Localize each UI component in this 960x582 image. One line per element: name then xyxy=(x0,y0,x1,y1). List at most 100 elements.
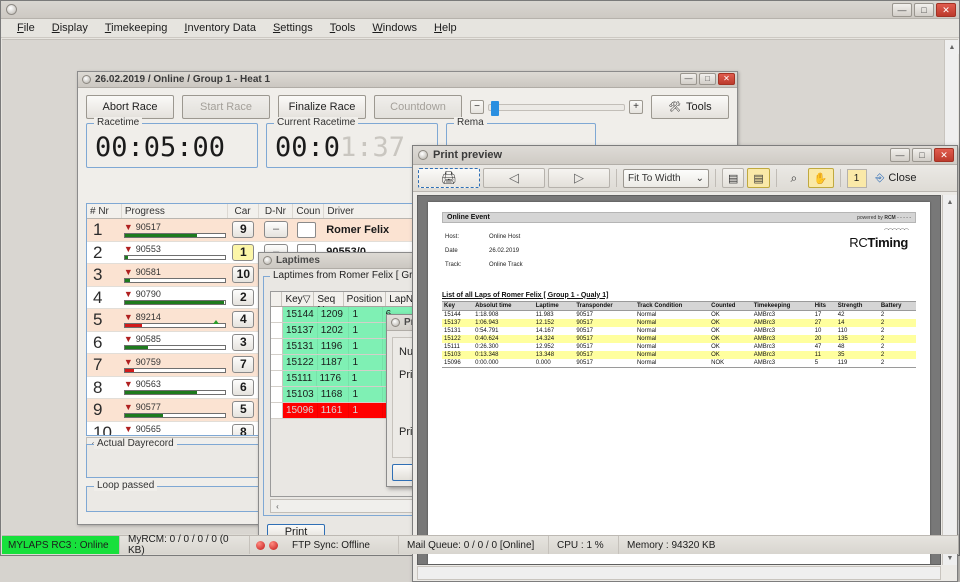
continuous-page-view-button[interactable]: ▤ xyxy=(747,168,769,188)
driver-row[interactable]: 1▼905179–Romer Felix7 xyxy=(87,219,440,242)
laptime-key: 15137 xyxy=(283,323,318,338)
rcol-counted: Counted xyxy=(709,301,752,310)
driver-progress: ▼90790 xyxy=(122,289,228,305)
zoom-slider-track[interactable] xyxy=(488,104,625,111)
menu-display[interactable]: Display xyxy=(44,20,96,36)
menu-settings[interactable]: Settings xyxy=(265,20,321,36)
driver-number-cell[interactable]: – xyxy=(259,221,294,238)
report-cell-battery: 2 xyxy=(879,351,916,359)
zoom-in-button[interactable]: + xyxy=(629,100,643,114)
report-table-row: 151310:54.79114.16790517NormalOKAMBrc310… xyxy=(442,327,916,335)
progress-bar xyxy=(124,323,226,328)
laptime-key: 15111 xyxy=(283,371,316,386)
single-page-view-button[interactable]: ▤ xyxy=(722,168,744,188)
print-button[interactable]: 🖨 xyxy=(418,168,480,188)
report-table-row: 151030:13.34813.34890517NormalOKAMBrc311… xyxy=(442,351,916,359)
minimize-button[interactable]: — xyxy=(892,3,912,17)
print-preview-canvas[interactable]: Online Event powered by RCM - - - - - Ho… xyxy=(417,195,941,565)
race-minimize-button[interactable]: — xyxy=(680,73,697,85)
maximize-button[interactable]: □ xyxy=(914,3,934,17)
car-number-cell[interactable]: 5 xyxy=(228,401,259,418)
report-cell-strength: 35 xyxy=(836,351,879,359)
row-selector[interactable] xyxy=(271,307,283,322)
menubar: File Display Timekeeping Inventory Data … xyxy=(1,19,959,38)
menu-tools[interactable]: Tools xyxy=(322,20,364,36)
preview-vertical-scrollbar[interactable]: ▲ ▼ xyxy=(942,195,956,565)
col-header-position[interactable]: Position xyxy=(344,292,387,306)
race-close-button[interactable]: ✕ xyxy=(718,73,735,85)
preview-horizontal-scrollbar[interactable] xyxy=(417,566,941,580)
report-date-value: 26.02.2019 xyxy=(488,245,524,257)
car-number-cell[interactable]: 2 xyxy=(228,289,259,306)
col-header-driver[interactable]: Driver xyxy=(324,204,413,218)
col-header-count[interactable]: Coun xyxy=(293,204,324,218)
close-button[interactable]: ✕ xyxy=(936,3,956,17)
car-number-cell[interactable]: 10 xyxy=(228,266,259,283)
car-number-cell[interactable]: 7 xyxy=(228,356,259,373)
race-maximize-button[interactable]: □ xyxy=(699,73,716,85)
tools-button[interactable]: 🛠 Tools xyxy=(651,95,729,119)
scroll-up-icon[interactable]: ▲ xyxy=(943,195,957,209)
col-header-nr[interactable]: # Nr xyxy=(87,204,122,218)
col-header-key[interactable]: Key ▽ xyxy=(282,292,314,306)
status-ftp-sync: FTP Sync: Offline xyxy=(284,536,399,554)
car-number-cell[interactable]: 4 xyxy=(228,311,259,328)
printer-icon: 🖨 xyxy=(441,170,458,186)
fit-mode-select[interactable]: Fit To Width ⌄ xyxy=(623,169,709,188)
menu-timekeeping[interactable]: Timekeeping xyxy=(97,20,176,36)
row-selector[interactable] xyxy=(271,339,283,354)
menu-windows[interactable]: Windows xyxy=(364,20,425,36)
report-cell-battery: 2 xyxy=(879,343,916,351)
car-number-cell[interactable]: 1 xyxy=(228,244,259,261)
clock-icon xyxy=(82,75,91,84)
report-cell-strength: 42 xyxy=(836,310,879,319)
zoom-tool-button[interactable]: ⌕ xyxy=(783,168,805,188)
car-number-cell[interactable]: 3 xyxy=(228,334,259,351)
zoom-slider-thumb[interactable] xyxy=(491,101,499,116)
previous-page-button[interactable]: ◁ xyxy=(483,168,545,188)
row-selector[interactable] xyxy=(271,403,283,418)
laptime-position: 1 xyxy=(349,355,382,370)
row-selector[interactable] xyxy=(271,323,283,338)
pp-maximize-button[interactable]: □ xyxy=(912,148,932,162)
report-meta-row: Host: Online Host xyxy=(444,231,524,243)
countdown-button[interactable]: Countdown xyxy=(374,95,462,119)
row-selector[interactable] xyxy=(271,355,283,370)
laptimes-hscrollbar[interactable]: ‹ xyxy=(270,499,428,513)
laptime-seq: 1168 xyxy=(318,387,350,402)
row-selector[interactable] xyxy=(271,371,283,386)
counted-cell[interactable] xyxy=(293,222,324,238)
col-header-car[interactable]: Car xyxy=(228,204,259,218)
close-preview-button[interactable]: ⎆ Close xyxy=(870,168,923,188)
page-number-field[interactable]: 1 xyxy=(847,169,867,188)
menu-help[interactable]: Help xyxy=(426,20,465,36)
car-number-cell[interactable]: 8 xyxy=(228,424,259,436)
col-header-dnr[interactable]: D-Nr xyxy=(259,204,294,218)
col-header-progress[interactable]: Progress xyxy=(122,204,228,218)
start-race-button[interactable]: Start Race xyxy=(182,95,270,119)
report-cell-transponder: 90517 xyxy=(574,310,635,319)
status-mylaps: MYLAPS RC3 : Online xyxy=(2,536,120,554)
pan-tool-button[interactable]: ✋ xyxy=(808,168,834,188)
toolbar-separator xyxy=(715,169,716,187)
scroll-left-icon[interactable]: ‹ xyxy=(271,502,284,511)
pp-close-button[interactable]: ✕ xyxy=(934,148,954,162)
transponder-id: 90759 xyxy=(136,357,161,367)
car-number-cell[interactable]: 9 xyxy=(228,221,259,238)
transponder-icon: ▼ xyxy=(124,402,133,412)
finalize-race-button[interactable]: Finalize Race xyxy=(278,95,366,119)
pp-minimize-button[interactable]: — xyxy=(890,148,910,162)
report-cell-strength: 135 xyxy=(836,335,879,343)
menu-file[interactable]: File xyxy=(9,20,43,36)
menu-inventory-data[interactable]: Inventory Data xyxy=(176,20,264,36)
report-meta-table: Host: Online Host Date 26.02.2019 Track:… xyxy=(442,229,526,274)
report-cell-transponder: 90517 xyxy=(574,327,635,335)
zoom-out-button[interactable]: − xyxy=(470,100,484,114)
scroll-up-icon[interactable]: ▲ xyxy=(945,40,959,54)
row-selector[interactable] xyxy=(271,387,283,402)
car-number-cell[interactable]: 6 xyxy=(228,379,259,396)
col-header-seq[interactable]: Seq Nr. xyxy=(314,292,343,306)
abort-race-button[interactable]: Abort Race xyxy=(86,95,174,119)
laptime-position: 1 xyxy=(349,307,382,322)
next-page-button[interactable]: ▷ xyxy=(548,168,610,188)
